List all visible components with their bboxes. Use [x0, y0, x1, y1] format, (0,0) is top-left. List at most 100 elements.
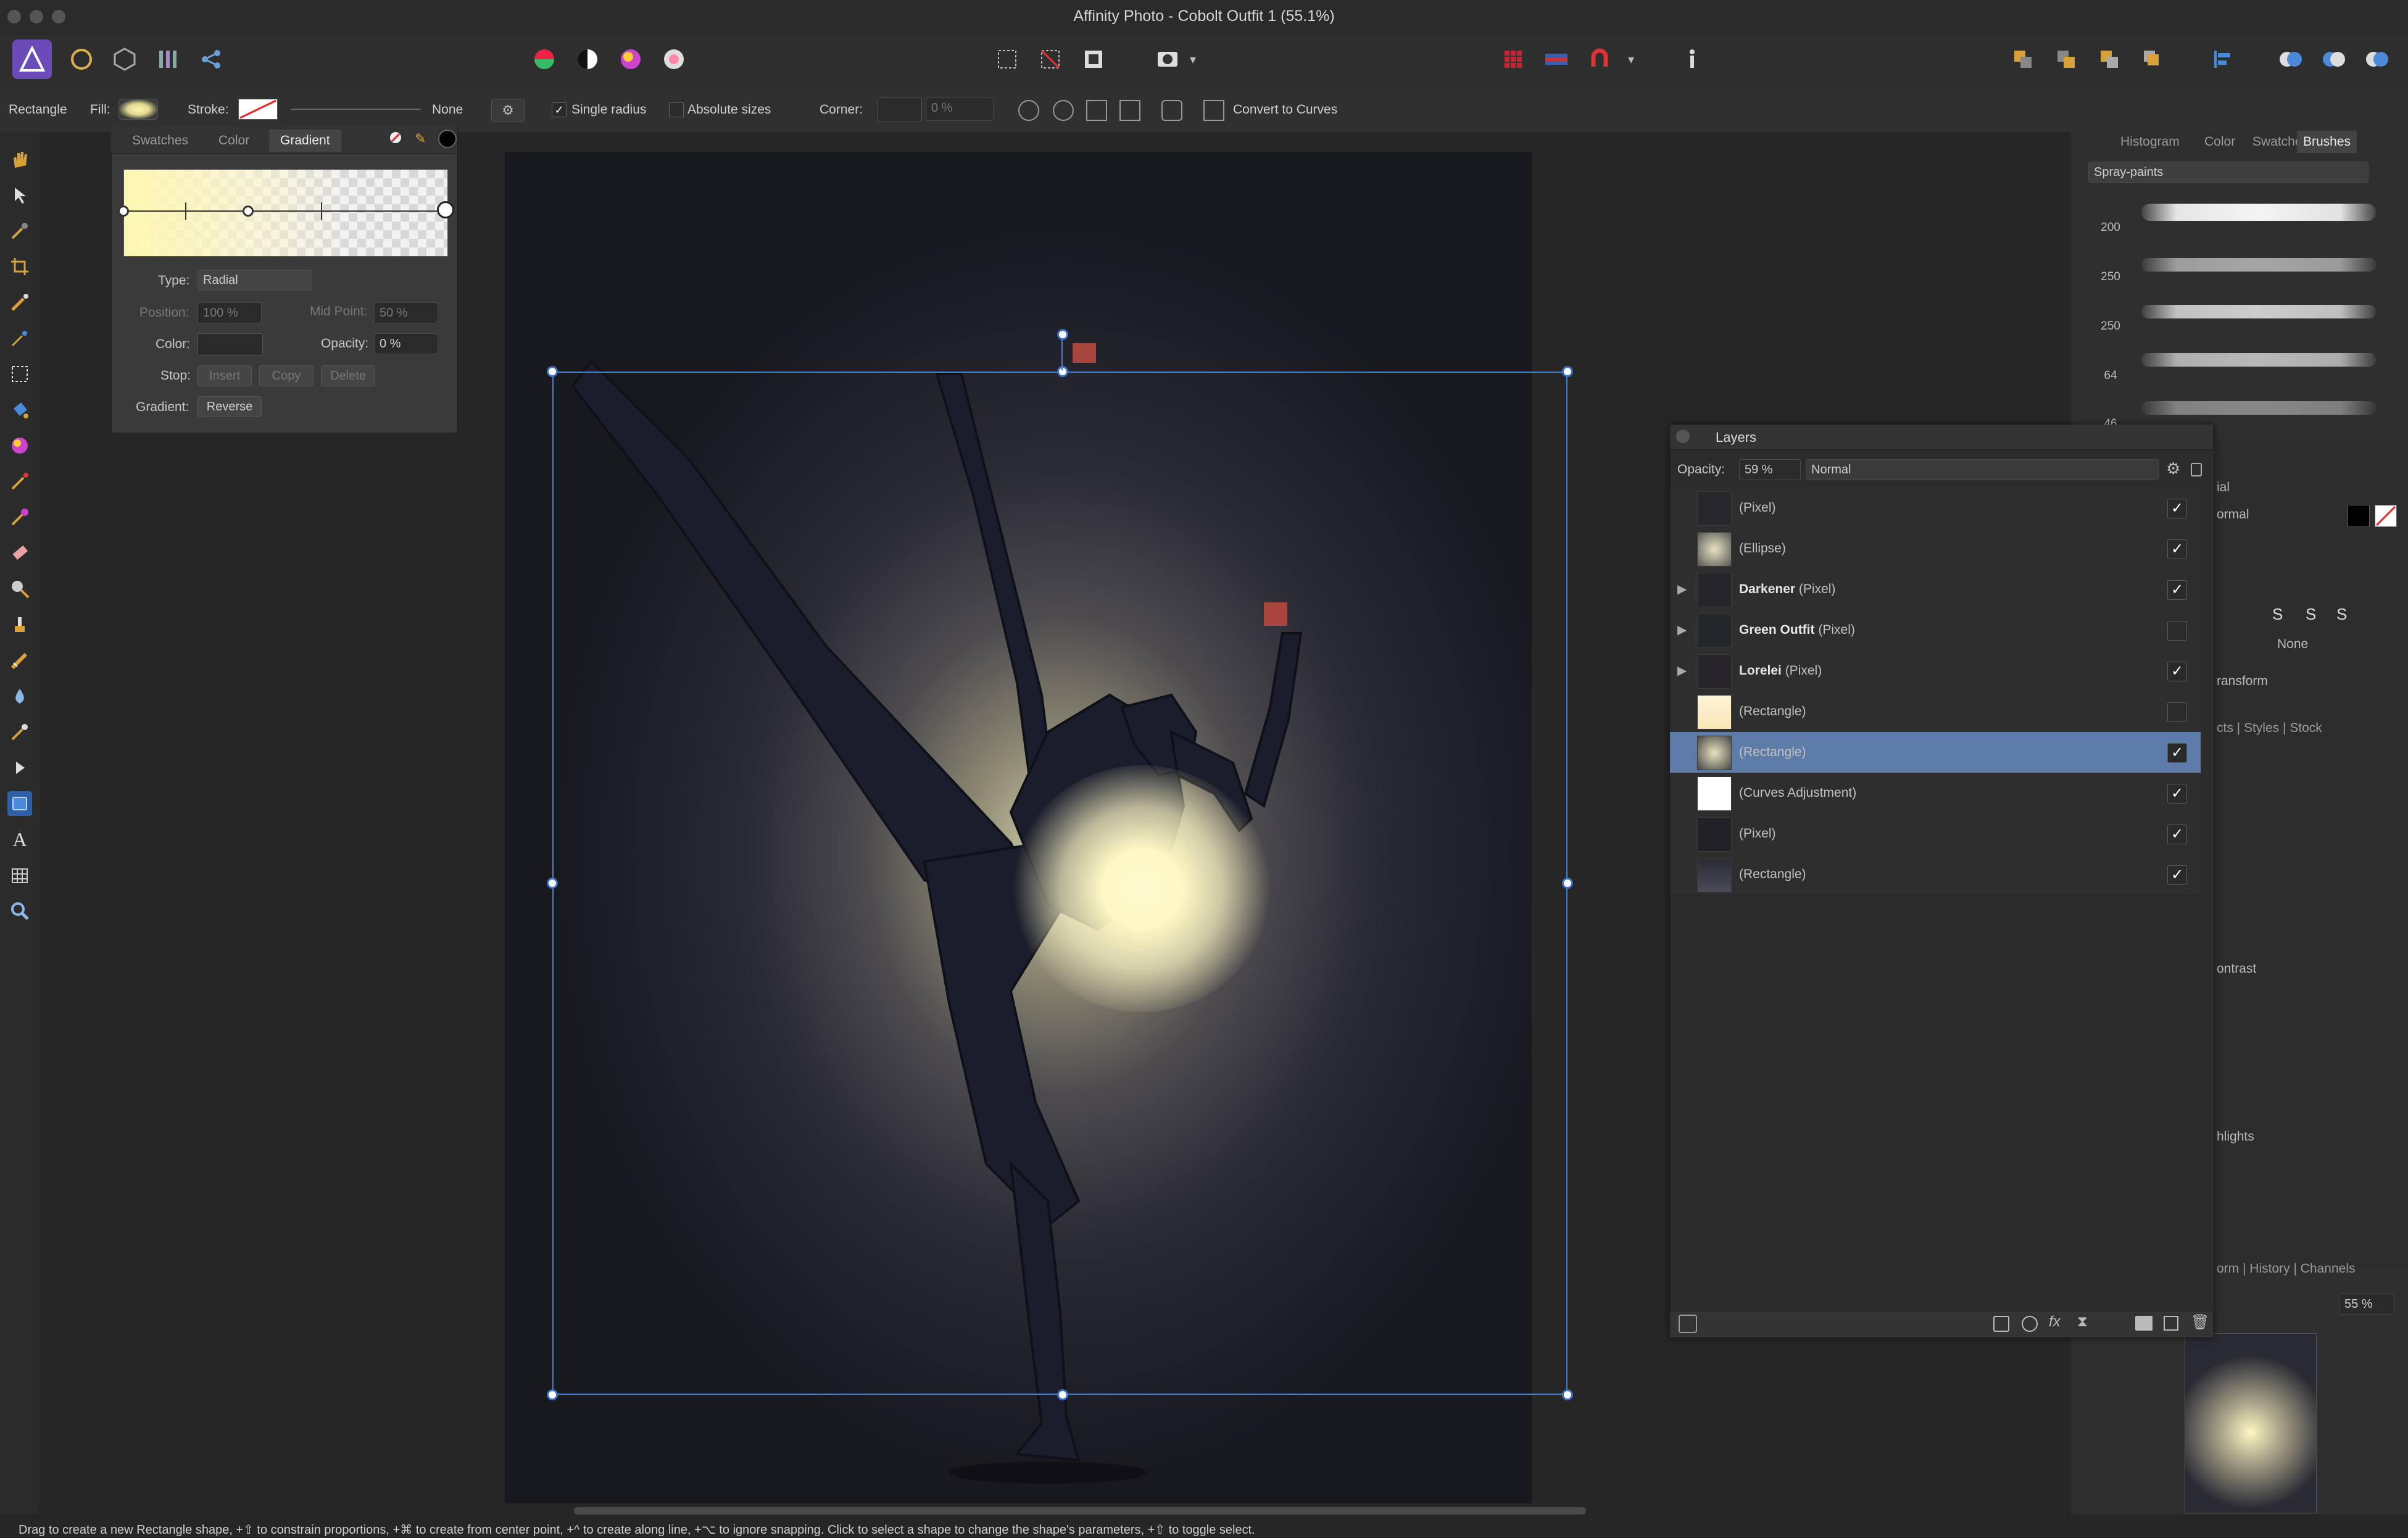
add-pixel-layer-icon[interactable]: [2164, 1316, 2178, 1331]
eyedropper-icon[interactable]: ✎: [415, 131, 426, 147]
size-icon[interactable]: [1119, 100, 1140, 121]
liquify-persona-icon[interactable]: [62, 39, 101, 79]
quick-mask-icon[interactable]: [1148, 39, 1187, 79]
layer-opacity-field[interactable]: 59 %: [1739, 459, 1801, 480]
assistant-icon[interactable]: [1537, 39, 1576, 79]
tab-brushes[interactable]: Brushes: [2297, 131, 2357, 153]
brush-category-dropdown[interactable]: Spray-paints: [2088, 162, 2369, 183]
view-icon[interactable]: [1053, 100, 1074, 121]
context-help-icon[interactable]: [1672, 39, 1712, 79]
single-radius-checkbox[interactable]: ✓: [552, 102, 567, 117]
rotate-icon[interactable]: [1161, 100, 1182, 121]
grid-snap-icon[interactable]: [1493, 39, 1533, 79]
dodge-tool-icon[interactable]: [7, 576, 32, 601]
node-tool-icon[interactable]: [7, 755, 32, 780]
brush-item-1[interactable]: [2141, 204, 2376, 221]
tab-histogram[interactable]: Histogram: [2120, 135, 2180, 149]
delete-stop-button[interactable]: Delete: [321, 365, 375, 386]
color-balance-icon[interactable]: [611, 39, 650, 79]
convert-to-curves-button[interactable]: Convert to Curves: [1233, 102, 1337, 117]
expand-arrow-icon[interactable]: ▶: [1677, 610, 1687, 651]
blend-mode-dropdown[interactable]: Normal: [1806, 459, 2159, 480]
marquee-tool-icon[interactable]: [7, 362, 32, 386]
clone-brush-tool-icon[interactable]: [7, 612, 32, 637]
tone-mapping-persona-icon[interactable]: [148, 39, 188, 79]
export-persona-icon[interactable]: [191, 39, 231, 79]
arrange-front-icon[interactable]: [2133, 39, 2172, 79]
layer-visibility-checkbox[interactable]: ✓: [2167, 662, 2187, 681]
settings-gear-icon[interactable]: ⚙: [491, 99, 525, 122]
marquee-select-icon[interactable]: [987, 39, 1027, 79]
handle-bottom-right[interactable]: [1562, 1389, 1573, 1400]
layer-visibility-checkbox[interactable]: ✓: [2167, 784, 2187, 804]
gradient-stop-track[interactable]: [123, 210, 447, 212]
handle-middle-right[interactable]: [1562, 878, 1573, 889]
hand-tool-icon[interactable]: [7, 147, 32, 172]
snapping-magnet-icon[interactable]: [1580, 39, 1619, 79]
invert-selection-icon[interactable]: [1074, 39, 1113, 79]
color-replacement-tool-icon[interactable]: [7, 505, 32, 530]
selection-bounding-box[interactable]: [552, 372, 1567, 1395]
stroke-width-slider[interactable]: [291, 109, 421, 110]
layer-stack-icon[interactable]: [1679, 1315, 1697, 1333]
text-style-s-1[interactable]: S: [2272, 605, 2283, 624]
adjustment-layer-icon[interactable]: [2022, 1316, 2038, 1332]
levels-icon[interactable]: [525, 39, 564, 79]
layer-visibility-checkbox[interactable]: [2167, 702, 2187, 722]
corner-type-dropdown[interactable]: [878, 98, 922, 122]
layer-visibility-checkbox[interactable]: [2167, 621, 2187, 641]
white-balance-icon[interactable]: [654, 39, 694, 79]
corner-value-field[interactable]: 0 %: [926, 98, 994, 121]
gradient-tool-icon[interactable]: [7, 433, 32, 458]
tab-color[interactable]: Color: [218, 130, 249, 152]
handle-bottom-left[interactable]: [547, 1389, 558, 1400]
arrange-backward-icon[interactable]: [2046, 39, 2086, 79]
deselect-icon[interactable]: [1031, 39, 1070, 79]
partial-tabs-text[interactable]: cts | Styles | Stock: [2217, 721, 2322, 736]
no-fill-icon[interactable]: [390, 132, 401, 143]
black-white-icon[interactable]: [568, 39, 607, 79]
selection-brush-tool-icon[interactable]: [7, 290, 32, 315]
rectangle-tool-icon[interactable]: [7, 791, 32, 816]
flood-select-tool-icon[interactable]: [7, 326, 32, 351]
handle-middle-left[interactable]: [547, 878, 558, 889]
develop-persona-icon[interactable]: [105, 39, 144, 79]
zoom-tool-icon[interactable]: [7, 899, 32, 923]
mask-layer-icon[interactable]: [1993, 1316, 2009, 1332]
snapping-chevron-icon[interactable]: ▾: [1628, 52, 1634, 67]
gradient-preview-bar[interactable]: [123, 169, 448, 257]
navigator-zoom-field[interactable]: 55 %: [2339, 1294, 2394, 1315]
layer-visibility-checkbox[interactable]: ✓: [2167, 865, 2187, 885]
text-style-s-3[interactable]: S: [2336, 605, 2347, 624]
none-swatch[interactable]: [2375, 505, 2397, 527]
gradient-midpoint-2[interactable]: [321, 202, 322, 220]
midpoint-field[interactable]: 50 %: [374, 302, 438, 323]
current-color-icon[interactable]: [438, 130, 457, 148]
move-tool-icon[interactable]: [7, 183, 32, 207]
rotation-handle[interactable]: [1057, 329, 1068, 340]
fill-swatch[interactable]: [118, 99, 158, 120]
position-field[interactable]: 100 %: [197, 302, 262, 323]
lock-icon[interactable]: [2191, 463, 2202, 476]
absolute-sizes-checkbox[interactable]: [669, 102, 684, 117]
photo-persona-icon[interactable]: [12, 39, 52, 79]
fx-icon[interactable]: fx: [2049, 1313, 2061, 1331]
gradient-stop-middle[interactable]: [243, 206, 254, 217]
copy-stop-button[interactable]: Copy: [259, 365, 313, 386]
brush-item-5[interactable]: [2141, 401, 2376, 415]
blur-brush-tool-icon[interactable]: [7, 684, 32, 709]
trash-icon[interactable]: 🗑: [2191, 1313, 2209, 1331]
layer-visibility-checkbox[interactable]: ✓: [2167, 743, 2187, 763]
layer-visibility-checkbox[interactable]: ✓: [2167, 825, 2187, 844]
handle-top-right[interactable]: [1562, 366, 1573, 377]
color-well[interactable]: [197, 333, 263, 355]
gradient-stop-end-selected[interactable]: [437, 201, 454, 218]
layer-visibility-checkbox[interactable]: ✓: [2167, 580, 2187, 600]
fit-icon[interactable]: [1086, 100, 1107, 121]
group-folder-icon[interactable]: [2135, 1316, 2153, 1331]
handle-top-left[interactable]: [547, 366, 558, 377]
stroke-swatch[interactable]: [238, 99, 278, 120]
convert-curves-icon[interactable]: [1203, 100, 1224, 121]
transform-origin-icon[interactable]: [1018, 100, 1039, 121]
mesh-warp-tool-icon[interactable]: [7, 863, 32, 887]
